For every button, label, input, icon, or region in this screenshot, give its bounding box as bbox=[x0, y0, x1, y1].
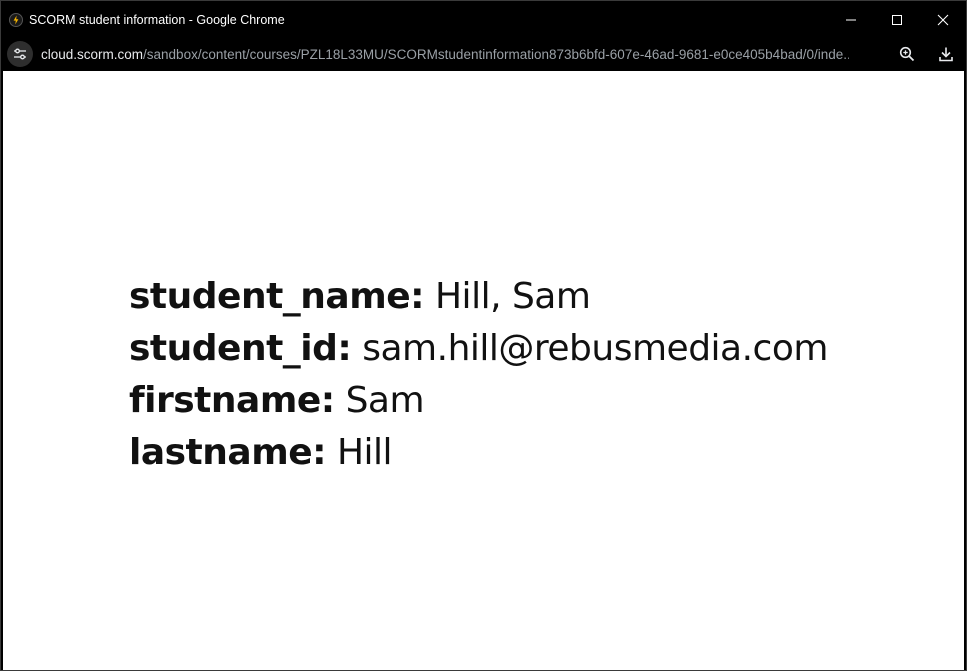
firstname-value: Sam bbox=[334, 380, 425, 421]
address-bar: cloud.scorm.com/sandbox/content/courses/… bbox=[1, 39, 966, 69]
download-button[interactable] bbox=[935, 43, 957, 65]
window-controls bbox=[828, 1, 966, 39]
student-id-value: sam.hill@rebusmedia.com bbox=[351, 328, 828, 369]
student-id-label: student_id: bbox=[129, 328, 352, 369]
maximize-button[interactable] bbox=[874, 1, 920, 39]
url-field[interactable]: cloud.scorm.com/sandbox/content/courses/… bbox=[41, 47, 849, 62]
scorm-favicon-icon bbox=[9, 13, 23, 27]
firstname-label: firstname: bbox=[129, 380, 335, 421]
close-button[interactable] bbox=[920, 1, 966, 39]
firstname-row: firstname: Sam bbox=[129, 375, 828, 427]
minimize-button[interactable] bbox=[828, 1, 874, 39]
lastname-row: lastname: Hill bbox=[129, 427, 828, 479]
window-title: SCORM student information - Google Chrom… bbox=[29, 13, 285, 27]
student-info: student_name: Hill, Sam student_id: sam.… bbox=[129, 271, 828, 479]
page-content: student_name: Hill, Sam student_id: sam.… bbox=[3, 71, 964, 670]
title-bar: SCORM student information - Google Chrom… bbox=[1, 1, 966, 39]
tune-icon bbox=[14, 48, 26, 60]
minimize-icon bbox=[846, 19, 856, 21]
site-info-button[interactable] bbox=[7, 41, 33, 67]
maximize-icon bbox=[892, 15, 902, 25]
zoom-in-icon bbox=[899, 46, 915, 62]
lastname-value: Hill bbox=[326, 432, 393, 473]
student-name-row: student_name: Hill, Sam bbox=[129, 271, 828, 323]
browser-window: SCORM student information - Google Chrom… bbox=[0, 0, 967, 671]
student-name-value: Hill, Sam bbox=[424, 276, 591, 317]
url-path: /sandbox/content/courses/PZL18L33MU/SCOR… bbox=[143, 46, 849, 62]
student-id-row: student_id: sam.hill@rebusmedia.com bbox=[129, 323, 828, 375]
zoom-button[interactable] bbox=[896, 43, 918, 65]
student-name-label: student_name: bbox=[129, 276, 425, 317]
lastname-label: lastname: bbox=[129, 432, 327, 473]
download-icon bbox=[939, 47, 953, 62]
url-domain: cloud.scorm.com bbox=[41, 46, 144, 62]
close-icon bbox=[937, 14, 949, 26]
